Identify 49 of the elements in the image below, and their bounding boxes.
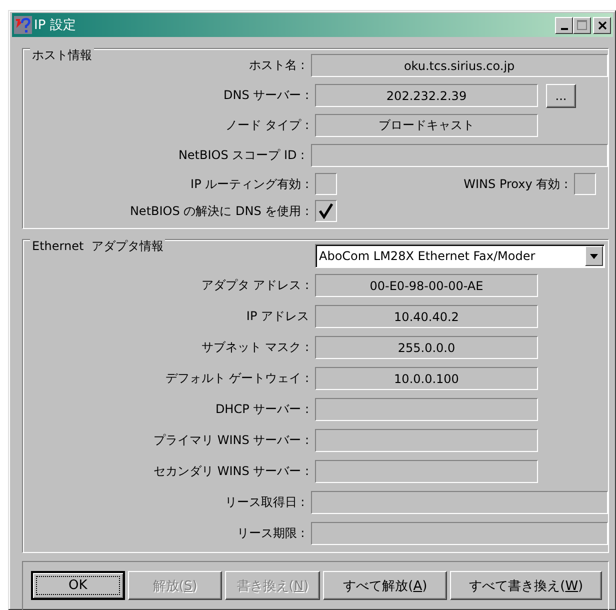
checkbox[interactable] — [315, 200, 337, 222]
field-label: ノード タイプ : — [224, 117, 310, 134]
maximize-icon — [577, 20, 587, 30]
text-field[interactable]: 255.0.0.0 — [315, 336, 538, 359]
dropdown-arrow-icon — [590, 254, 598, 258]
text-field[interactable]: 10.40.40.2 — [315, 305, 538, 328]
field-label: NetBIOS スコープ ID : — [177, 147, 306, 164]
maximize-button[interactable] — [573, 16, 591, 34]
checkbox[interactable] — [574, 173, 596, 195]
field-label: DNS サーバー : — [222, 87, 310, 104]
field-label: セカンダリ WINS サーバー : — [152, 463, 310, 480]
text-field[interactable]: oku.tcs.sirius.co.jp — [310, 54, 608, 77]
group-title: Ethernet アダプタ情報 — [30, 239, 166, 253]
check-icon — [319, 203, 333, 219]
checkbox[interactable] — [315, 173, 337, 195]
field-label: リース期限 : — [236, 525, 306, 542]
field-label: WINS Proxy 有効 : — [464, 176, 569, 192]
help-icon — [14, 16, 32, 34]
field-label: リース取得日 : — [224, 494, 306, 511]
field-label: ホスト名 : — [248, 57, 306, 74]
field-label: アダプタ アドレス : — [200, 277, 310, 294]
text-field[interactable] — [310, 491, 608, 514]
field-label: サブネット マスク : — [200, 339, 310, 356]
text-field[interactable]: 202.232.2.39 — [315, 84, 538, 107]
dialog-button[interactable]: OK — [31, 571, 125, 600]
field-label: IP アドレス — [245, 308, 310, 325]
text-field[interactable] — [315, 429, 538, 452]
close-icon — [598, 20, 606, 30]
group-title: ホスト情報 — [30, 48, 94, 62]
text-field[interactable] — [310, 522, 608, 545]
text-field[interactable]: 10.0.0.100 — [315, 367, 538, 390]
dialog-button[interactable]: すべて書き換え(W) — [450, 571, 602, 600]
window-title: IP 設定 — [34, 17, 76, 34]
field-label: NetBIOS の解決に DNS を使用 : — [128, 202, 310, 220]
minimize-icon — [560, 28, 568, 30]
adapter-dropdown[interactable]: AboCom LM28X Ethernet Fax/Moder — [315, 244, 605, 268]
field-label: デフォルト ゲートウェイ : — [164, 370, 310, 387]
dialog-button[interactable]: すべて解放(A) — [323, 571, 448, 600]
text-field[interactable] — [310, 144, 608, 167]
text-field[interactable] — [315, 398, 538, 421]
close-button[interactable] — [593, 16, 611, 34]
text-field[interactable] — [315, 460, 538, 483]
field-label: DHCP サーバー : — [214, 401, 310, 418]
minimize-button[interactable] — [555, 16, 573, 34]
text-field[interactable]: 00-E0-98-00-00-AE — [315, 274, 538, 297]
browse-button[interactable]: ... — [546, 84, 576, 108]
field-label: IP ルーティング有効 : — [190, 176, 310, 192]
field-label: プライマリ WINS サーバー : — [152, 432, 310, 449]
text-field[interactable]: ブロードキャスト — [315, 114, 538, 137]
